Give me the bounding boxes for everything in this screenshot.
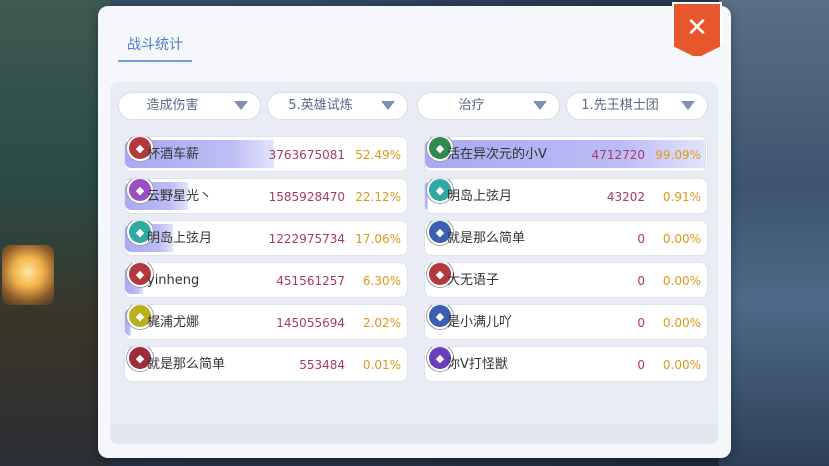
player-name: 活在异次元的小V <box>447 147 547 162</box>
right-row-1[interactable]: ◆ 活在异次元的小V 4712720 99.09% <box>424 136 708 172</box>
heal-value: 43202 <box>606 190 645 204</box>
player-name: 就是那么简单 <box>447 231 526 246</box>
heal-percent: 0.00% <box>662 232 701 246</box>
right-stat-type-dropdown[interactable]: 治疗 <box>417 92 560 120</box>
player-name: yinheng <box>147 273 200 288</box>
heal-value: 0 <box>637 232 645 246</box>
damage-percent: 52.49% <box>355 148 401 162</box>
left-row-5[interactable]: ◆ 梶浦尤娜 145055694 2.02% <box>124 304 408 340</box>
heal-percent: 99.09% <box>655 148 701 162</box>
background-left <box>0 0 110 466</box>
player-name: 大无语子 <box>447 273 500 288</box>
right-row-6[interactable]: ◆ 沵V打怪獣 0 0.00% <box>424 346 708 382</box>
player-name: 杯酒车薪 <box>147 147 200 162</box>
panel-footer <box>110 424 718 444</box>
left-row-6[interactable]: ◆ 就是那么简单 553484 0.01% <box>124 346 408 382</box>
left-row-1[interactable]: ◆ 杯酒车薪 3763675081 52.49% <box>124 136 408 172</box>
damage-value: 553484 <box>299 358 345 372</box>
right-row-5[interactable]: ◆ 是小满儿吖 0 0.00% <box>424 304 708 340</box>
dropdown-label: 5.英雄试炼 <box>288 98 353 113</box>
left-stat-type-dropdown[interactable]: 造成伤害 <box>118 92 261 120</box>
right-dungeon-dropdown[interactable]: 1.先王棋士团 <box>566 92 708 120</box>
player-name: 云野星光丶 <box>147 189 213 204</box>
damage-value: 451561257 <box>276 274 345 288</box>
player-name: 是小满儿吖 <box>447 315 513 330</box>
damage-percent: 6.30% <box>362 274 401 288</box>
right-row-2[interactable]: ◆ 明岛上弦月 43202 0.91% <box>424 178 708 214</box>
heal-value: 0 <box>637 274 645 288</box>
left-dungeon-dropdown[interactable]: 5.英雄试炼 <box>267 92 408 120</box>
dropdown-label: 治疗 <box>458 98 485 113</box>
left-row-3[interactable]: ◆ 明岛上弦月 1222975734 17.06% <box>124 220 408 256</box>
dropdown-label: 造成伤害 <box>146 98 199 113</box>
heal-percent: 0.00% <box>662 358 701 372</box>
heal-value: 4712720 <box>591 148 645 162</box>
tab-battle-stats[interactable]: 战斗统计 <box>118 34 192 62</box>
player-name: 明岛上弦月 <box>447 189 513 204</box>
damage-percent: 0.01% <box>362 358 401 372</box>
damage-percent: 2.02% <box>362 316 401 330</box>
damage-percent: 17.06% <box>355 232 401 246</box>
player-name: 明岛上弦月 <box>147 231 213 246</box>
chevron-down-icon <box>234 101 248 110</box>
right-row-4[interactable]: ◆ 大无语子 0 0.00% <box>424 262 708 298</box>
damage-percent: 22.12% <box>355 190 401 204</box>
heal-percent: 0.91% <box>662 190 701 204</box>
heal-percent: 0.00% <box>662 274 701 288</box>
damage-value: 145055694 <box>276 316 345 330</box>
heal-value: 0 <box>637 358 645 372</box>
player-name: 梶浦尤娜 <box>147 315 200 330</box>
chevron-down-icon <box>533 101 547 110</box>
heal-value: 0 <box>637 316 645 330</box>
damage-value: 1585928470 <box>268 190 345 204</box>
damage-value: 3763675081 <box>268 148 345 162</box>
close-icon: ✕ <box>686 13 708 43</box>
damage-value: 1222975734 <box>268 232 345 246</box>
chevron-down-icon <box>681 101 695 110</box>
heal-percent: 0.00% <box>662 316 701 330</box>
player-name: 沵V打怪獣 <box>447 357 508 372</box>
chevron-down-icon <box>381 101 395 110</box>
left-row-2[interactable]: ◆ 云野星光丶 1585928470 22.12% <box>124 178 408 214</box>
right-row-3[interactable]: ◆ 就是那么简单 0 0.00% <box>424 220 708 256</box>
dropdown-label: 1.先王棋士团 <box>581 98 659 113</box>
background-right <box>719 0 829 466</box>
player-name: 就是那么简单 <box>147 357 226 372</box>
left-row-4[interactable]: ◆ yinheng 451561257 6.30% <box>124 262 408 298</box>
lantern-decoration <box>2 245 54 305</box>
